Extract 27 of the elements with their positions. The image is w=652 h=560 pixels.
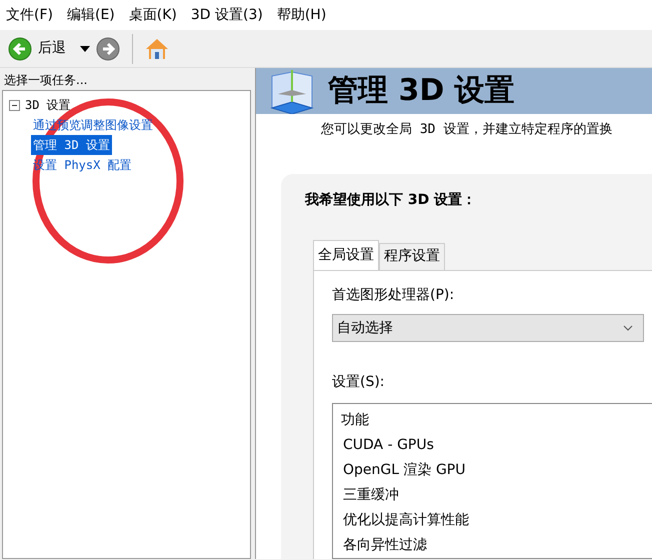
back-button[interactable]: 后退	[38, 38, 66, 59]
field-label: 设置(S):	[332, 373, 386, 392]
menu-item[interactable]: 桌面(K)	[128, 4, 177, 26]
tab[interactable]: 程序设置	[379, 243, 445, 270]
collapse-icon[interactable]	[9, 100, 20, 110]
gpu-dropdown[interactable]: 自动选择	[332, 314, 644, 342]
list-item[interactable]: 三重缓冲	[341, 483, 652, 508]
column-header: 功能	[341, 411, 370, 430]
list-item[interactable]: 各向异性过滤	[341, 533, 652, 558]
task-caption: 选择一项任务...	[3, 72, 88, 89]
tab[interactable]: 全局设置	[313, 240, 379, 270]
menu-item[interactable]: 3D 设置(3)	[190, 4, 263, 26]
chevron-down-icon	[623, 325, 633, 332]
menu-item[interactable]: 文件(F)	[6, 4, 53, 26]
list-item[interactable]: OpenGL 渲染 GPU	[341, 458, 652, 484]
section-heading: 我希望使用以下 3D 设置：	[305, 192, 478, 208]
menu-item[interactable]: 编辑(E)	[66, 4, 115, 26]
menu-item[interactable]: 帮助(H)	[276, 4, 326, 26]
field-label: 首选图形处理器(P):	[332, 286, 456, 306]
list-item[interactable]: CUDA - GPUs	[341, 433, 652, 458]
page-title: 管理 3D 设置	[328, 73, 515, 109]
list-item[interactable]: 优化以提高计算性能	[341, 508, 652, 534]
home-icon[interactable]	[145, 36, 169, 60]
tree-item[interactable]: 3D 设置	[23, 95, 73, 115]
tree-item[interactable]: 管理 3D 设置	[31, 135, 112, 155]
description-text: 您可以更改全局 3D 设置，并建立特定程序的置换	[320, 121, 614, 139]
caret-icon[interactable]	[80, 46, 90, 52]
